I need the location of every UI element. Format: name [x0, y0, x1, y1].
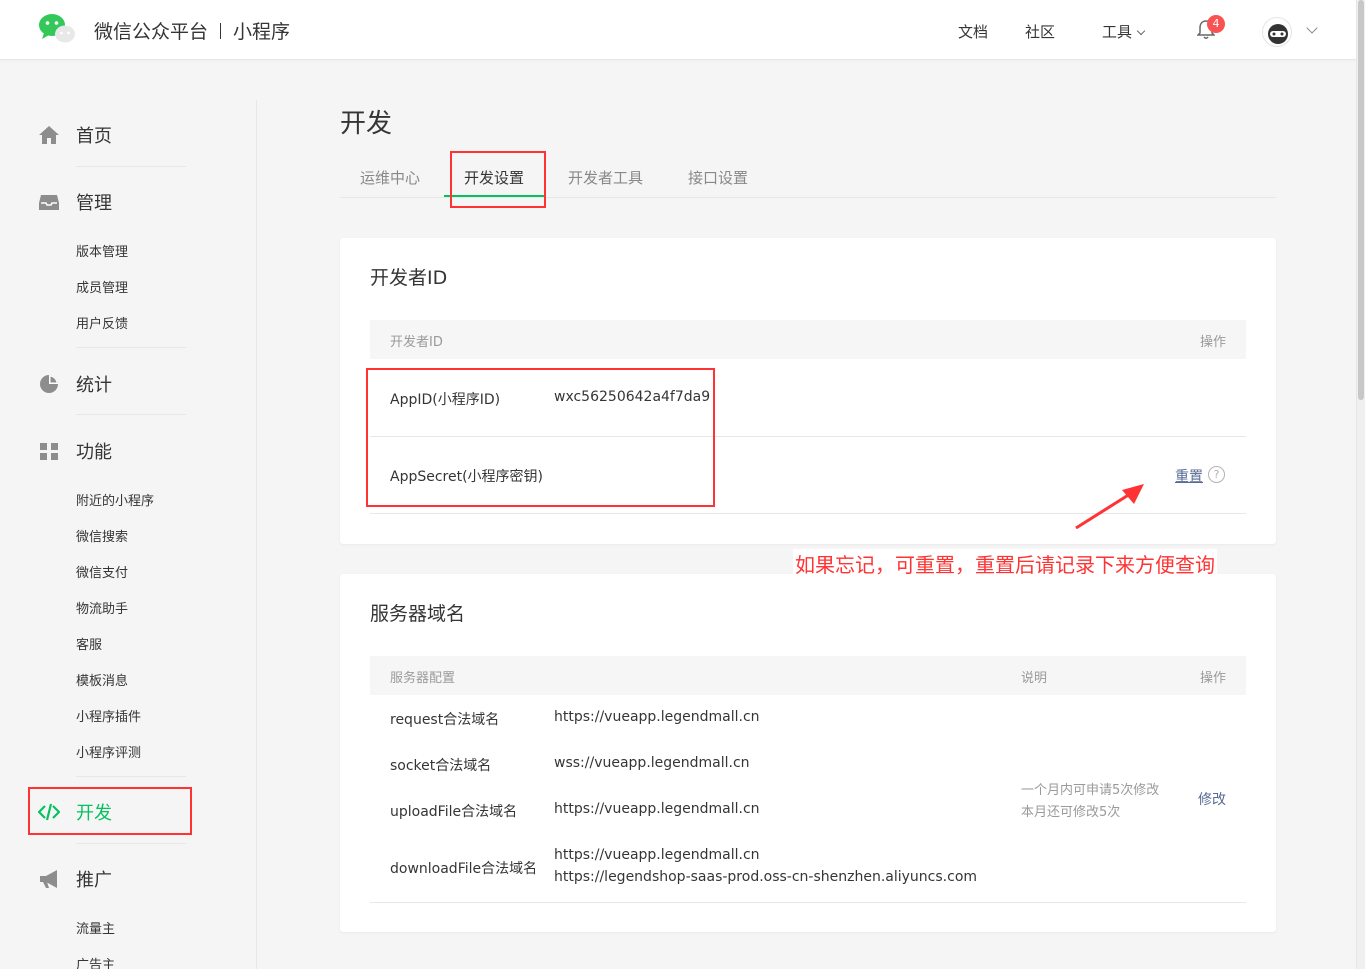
sidebar-divider-line	[76, 414, 186, 415]
modify-quota-note: 一个月内可申请5次修改	[1021, 783, 1160, 798]
sidebar-item-label: 统计	[76, 375, 112, 396]
sidebar-subitem-pay[interactable]: 微信支付	[76, 562, 128, 581]
reset-link[interactable]: 重置	[1175, 466, 1203, 486]
server-domain-card: 服务器域名 服务器配置 说明 操作 request合法域名 https://vu…	[340, 574, 1276, 932]
sidebar-subitem-feedback[interactable]: 用户反馈	[76, 313, 128, 332]
column-header: 操作	[1199, 671, 1226, 686]
brand-title[interactable]: 微信公众平台 小程序	[94, 17, 290, 44]
tab-dev-settings[interactable]: 开发设置	[464, 167, 524, 188]
sidebar-subitem-template[interactable]: 模板消息	[76, 670, 128, 689]
sidebar-subitem-review[interactable]: 小程序评测	[76, 742, 141, 761]
section-title: 开发者ID	[370, 267, 448, 289]
domain-value: https://vueapp.legendmall.cn	[554, 801, 760, 817]
annotation-arrow-icon	[1075, 484, 1144, 530]
sidebar-divider-line	[76, 776, 186, 777]
avatar[interactable]	[1262, 17, 1292, 47]
sidebar-item-label: 推广	[76, 870, 112, 891]
help-icon[interactable]: ?	[1208, 466, 1225, 483]
table-header: 服务器配置 说明 操作	[370, 656, 1246, 695]
sidebar-item-label: 开发	[76, 803, 112, 824]
tab-ops-center[interactable]: 运维中心	[360, 167, 420, 188]
column-header: 服务器配置	[390, 671, 456, 686]
code-icon	[38, 803, 60, 821]
notification-badge: 4	[1207, 15, 1225, 33]
sidebar-item-home[interactable]: 首页	[38, 122, 112, 148]
sidebar-divider-line	[76, 843, 186, 844]
nav-community[interactable]: 社区	[1025, 21, 1055, 42]
scrollbar-thumb[interactable]	[1358, 0, 1364, 400]
domain-value: https://legendshop-saas-prod.oss-cn-shen…	[554, 869, 978, 885]
tabs-divider	[340, 197, 1276, 198]
sidebar-subitem-search[interactable]: 微信搜索	[76, 526, 128, 545]
avatar-image-icon	[1268, 24, 1288, 44]
sidebar-divider-line	[76, 347, 186, 348]
sidebar-subitem-nearby[interactable]: 附近的小程序	[76, 490, 154, 509]
tab-dev-tools[interactable]: 开发者工具	[568, 167, 643, 188]
sidebar-item-label: 管理	[76, 193, 112, 214]
megaphone-icon	[40, 870, 57, 888]
nav-tools-label: 工具	[1102, 23, 1133, 41]
tab-api-settings[interactable]: 接口设置	[688, 167, 748, 188]
section-title: 服务器域名	[370, 603, 466, 625]
column-header: 操作	[1199, 335, 1226, 350]
appid-value: wxc56250642a4f7da9	[554, 389, 711, 405]
sidebar-subitem-advertiser[interactable]: 广告主	[76, 954, 115, 969]
sidebar-item-features[interactable]: 功能	[38, 438, 112, 464]
sidebar-subitem-service[interactable]: 客服	[76, 634, 102, 653]
sidebar-item-label: 首页	[76, 126, 112, 147]
chevron-down-icon	[1136, 26, 1146, 36]
sidebar-item-manage[interactable]: 管理	[38, 189, 112, 215]
brand-sub: 小程序	[233, 21, 291, 43]
inbox-icon	[39, 195, 59, 210]
row-divider	[370, 436, 1246, 437]
sidebar-item-label: 功能	[76, 442, 112, 463]
tab-active-indicator	[444, 195, 545, 197]
sidebar-subitem-version[interactable]: 版本管理	[76, 241, 128, 260]
row-divider	[370, 902, 1246, 903]
domain-value: https://vueapp.legendmall.cn	[554, 847, 760, 863]
page-title: 开发	[340, 109, 393, 139]
sidebar-subitem-plugins[interactable]: 小程序插件	[76, 706, 141, 725]
wechat-logo-icon	[39, 14, 75, 43]
sidebar-item-develop[interactable]: 开发	[38, 799, 112, 825]
column-header: 开发者ID	[390, 335, 443, 350]
home-icon	[39, 126, 59, 144]
sidebar-item-promote[interactable]: 推广	[38, 866, 112, 892]
modify-link[interactable]: 修改	[1198, 789, 1226, 809]
brand-main: 微信公众平台	[94, 21, 209, 43]
avatar-chevron-down-icon[interactable]	[1306, 22, 1318, 34]
grid-icon	[40, 443, 58, 460]
domain-value: wss://vueapp.legendmall.cn	[554, 755, 750, 771]
sidebar-subitem-logistics[interactable]: 物流助手	[76, 598, 128, 617]
pie-chart-icon	[40, 375, 58, 393]
brand-separator	[220, 23, 222, 39]
sidebar-divider	[256, 100, 257, 969]
domain-value: https://vueapp.legendmall.cn	[554, 709, 760, 725]
modify-remaining-note: 本月还可修改5次	[1021, 805, 1121, 820]
nav-docs[interactable]: 文档	[958, 21, 988, 42]
domain-label: request合法域名	[390, 712, 500, 728]
sidebar-item-stats[interactable]: 统计	[38, 371, 112, 397]
nav-tools[interactable]: 工具	[1102, 21, 1146, 42]
top-header: 微信公众平台 小程序 文档 社区 工具 4	[0, 0, 1356, 60]
table-header: 开发者ID 操作	[370, 320, 1246, 359]
appid-label: AppID(小程序ID)	[390, 392, 501, 408]
sidebar-subitem-members[interactable]: 成员管理	[76, 277, 128, 296]
domain-label: uploadFile合法域名	[390, 804, 518, 820]
domain-label: downloadFile合法域名	[390, 861, 538, 877]
appsecret-label: AppSecret(小程序密钥)	[390, 469, 544, 485]
sidebar-subitem-traffic[interactable]: 流量主	[76, 918, 115, 937]
annotation-note: 如果忘记，可重置，重置后请记录下来方便查询	[793, 549, 1217, 578]
column-header: 说明	[1021, 671, 1048, 686]
domain-label: socket合法域名	[390, 758, 492, 774]
sidebar-divider-line	[76, 166, 186, 167]
